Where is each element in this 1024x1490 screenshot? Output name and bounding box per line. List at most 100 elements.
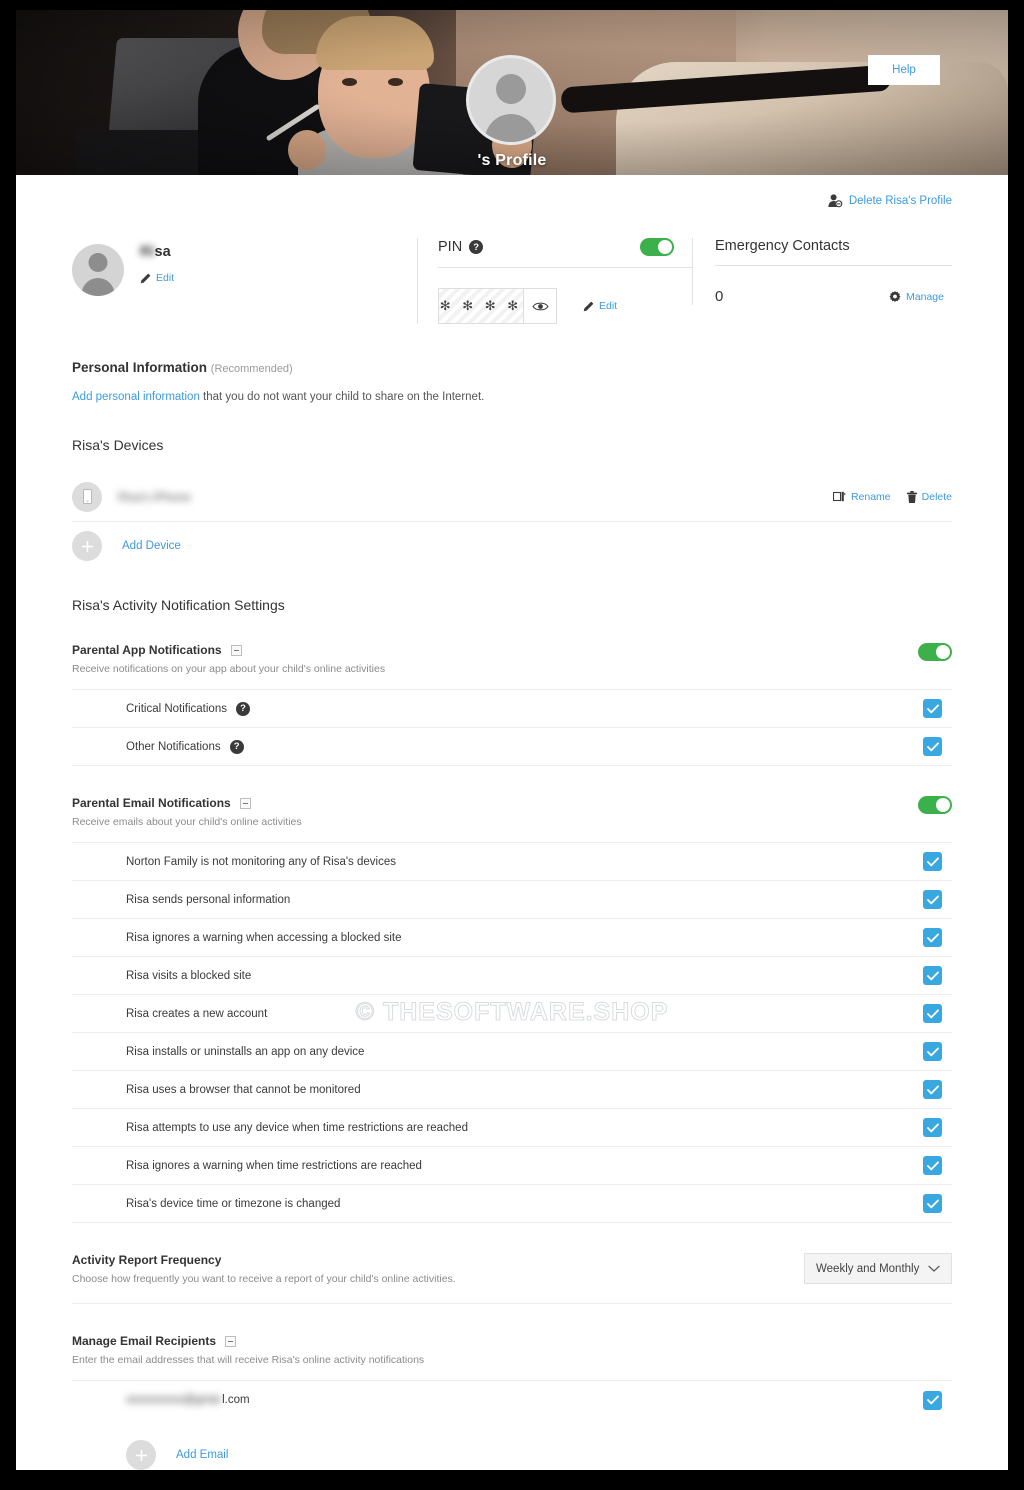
option-checkbox[interactable] <box>923 890 942 909</box>
app-notifications-title-row: Parental App Notifications <box>72 643 385 657</box>
page-title: 's Profile <box>477 152 547 169</box>
pencil-icon <box>140 273 151 283</box>
minus-square-icon[interactable] <box>230 644 242 656</box>
personal-information-description: Add personal information that you do not… <box>72 391 952 403</box>
child-name: Risa <box>140 244 174 260</box>
device-name: Risa's iPhone <box>118 489 191 504</box>
option-row: Risa attempts to use any device when tim… <box>72 1109 952 1147</box>
help-button[interactable]: Help <box>868 55 940 85</box>
report-frequency-section: Activity Report Frequency Choose how fre… <box>72 1253 952 1304</box>
option-row: Risa sends personal information <box>72 881 952 919</box>
option-checkbox[interactable] <box>923 1194 942 1213</box>
option-label: Risa sends personal information <box>126 893 291 906</box>
option-row: Risa creates a new account <box>72 995 952 1033</box>
pin-label: PIN <box>438 239 463 255</box>
option-label: Critical Notifications <box>126 702 227 715</box>
email-recipients-description: Enter the email addresses that will rece… <box>72 1354 425 1366</box>
option-label: Risa visits a blocked site <box>126 969 252 982</box>
edit-name-label: Edit <box>156 272 175 284</box>
email-notifications-toggle[interactable] <box>918 796 952 814</box>
personal-information-title: Personal Information (Recommended) <box>72 360 293 375</box>
tag-icon <box>832 491 846 502</box>
profile-summary-row: Risa Edit PIN ? ✻ ✻ ✻ ✻ Edit Emergency C… <box>72 238 952 338</box>
rename-device-button[interactable]: Rename <box>832 490 891 503</box>
email-recipients-title-row: Manage Email Recipients <box>72 1334 424 1348</box>
option-label: Risa uses a browser that cannot be monit… <box>126 1083 361 1096</box>
pin-toggle[interactable] <box>640 238 674 256</box>
report-frequency-description: Choose how frequently you want to receiv… <box>72 1273 456 1285</box>
child-name-blurred: Ri <box>140 244 155 260</box>
email-recipient-blurred: xxxxxxxxxx@gmai <box>126 1394 221 1406</box>
add-personal-information-link[interactable]: Add personal information <box>72 391 200 403</box>
recommended-tag: (Recommended) <box>210 363 293 375</box>
option-checkbox[interactable] <box>923 1042 942 1061</box>
add-email-button[interactable]: Add Email <box>72 1429 952 1481</box>
option-checkbox[interactable] <box>923 1118 942 1137</box>
question-mark-icon[interactable]: ? <box>235 701 250 716</box>
email-notifications-description: Receive emails about your child's online… <box>72 816 302 828</box>
delete-device-button[interactable]: Delete <box>906 490 952 503</box>
option-label: Risa ignores a warning when accessing a … <box>126 931 402 944</box>
question-mark-icon[interactable]: ? <box>469 240 484 254</box>
option-checkbox[interactable] <box>923 1156 942 1175</box>
mobile-device-icon <box>72 481 102 512</box>
person-avatar-icon <box>496 74 526 104</box>
person-avatar-icon <box>88 253 108 272</box>
pin-reveal-button[interactable] <box>523 289 556 323</box>
minus-square-icon[interactable] <box>225 1335 237 1347</box>
help-button-label: Help <box>892 64 916 76</box>
pin-field[interactable]: ✻ ✻ ✻ ✻ <box>438 288 557 324</box>
devices-title: Risa's Devices <box>72 437 164 453</box>
email-recipient-checkbox[interactable] <box>923 1390 942 1410</box>
email-notifications-title: Parental Email Notifications <box>72 796 231 810</box>
option-checkbox[interactable] <box>923 1004 942 1023</box>
option-row: Other Notifications ? <box>72 728 952 766</box>
option-checkbox[interactable] <box>923 737 942 756</box>
option-row: Norton Family is not monitoring any of R… <box>72 843 952 881</box>
option-label: Risa attempts to use any device when tim… <box>126 1121 468 1134</box>
personal-information-section: Personal Information (Recommended) Add p… <box>72 360 952 403</box>
profile-content: Delete Risa's Profile Risa Edit PIN ? ✻ … <box>16 175 1008 1481</box>
edit-pin-button[interactable]: Edit <box>583 300 617 312</box>
child-name-visible: sa <box>154 244 171 260</box>
plus-icon <box>126 1440 156 1470</box>
option-row: Risa ignores a warning when accessing a … <box>72 919 952 957</box>
email-notifications-options: Norton Family is not monitoring any of R… <box>72 842 952 1223</box>
email-recipient-visible: l.com <box>222 1394 250 1406</box>
delete-profile-link[interactable]: Delete Risa's Profile <box>72 175 952 208</box>
activity-settings-section: Risa's Activity Notification Settings Pa… <box>72 597 952 1481</box>
eye-icon <box>531 302 549 310</box>
option-checkbox[interactable] <box>923 928 942 947</box>
profile-avatar-large[interactable] <box>466 55 556 145</box>
option-label: Risa's device time or timezone is change… <box>126 1197 341 1210</box>
report-frequency-title: Activity Report Frequency <box>72 1253 222 1267</box>
option-label: Risa installs or uninstalls an app on an… <box>126 1045 365 1058</box>
minus-square-icon[interactable] <box>239 797 251 809</box>
profile-name-block: Risa Edit <box>72 238 417 296</box>
option-checkbox[interactable] <box>923 852 942 871</box>
add-email-label: Add Email <box>176 1449 229 1461</box>
device-row: Risa's iPhone Rename Delete <box>72 472 952 522</box>
chevron-down-icon <box>928 1265 940 1272</box>
add-device-button[interactable]: Add Device <box>72 522 952 570</box>
personal-information-rest: that you do not want your child to share… <box>199 391 485 403</box>
option-checkbox[interactable] <box>923 1080 942 1099</box>
report-frequency-title-row: Activity Report Frequency <box>72 1253 456 1267</box>
question-mark-icon[interactable]: ? <box>229 739 244 754</box>
edit-name-button[interactable]: Edit <box>140 272 174 284</box>
pin-label-group: PIN ? <box>438 239 484 255</box>
app-notifications-toggle[interactable] <box>918 643 952 661</box>
emergency-contacts-count: 0 <box>715 288 724 305</box>
email-recipients-group: Manage Email Recipients Enter the email … <box>72 1334 952 1481</box>
option-checkbox[interactable] <box>923 699 942 718</box>
rename-device-label: Rename <box>850 490 891 503</box>
option-row: Risa visits a blocked site <box>72 957 952 995</box>
report-frequency-dropdown[interactable]: Weekly and Monthly <box>804 1253 952 1284</box>
report-frequency-value: Weekly and Monthly <box>816 1262 920 1275</box>
delete-device-label: Delete <box>921 490 952 503</box>
delete-profile-label: Delete Risa's Profile <box>848 195 952 207</box>
avatar[interactable] <box>72 244 124 296</box>
manage-contacts-button[interactable]: Manage <box>889 290 944 303</box>
pin-block: PIN ? ✻ ✻ ✻ ✻ Edit <box>417 238 692 324</box>
option-checkbox[interactable] <box>923 966 942 985</box>
